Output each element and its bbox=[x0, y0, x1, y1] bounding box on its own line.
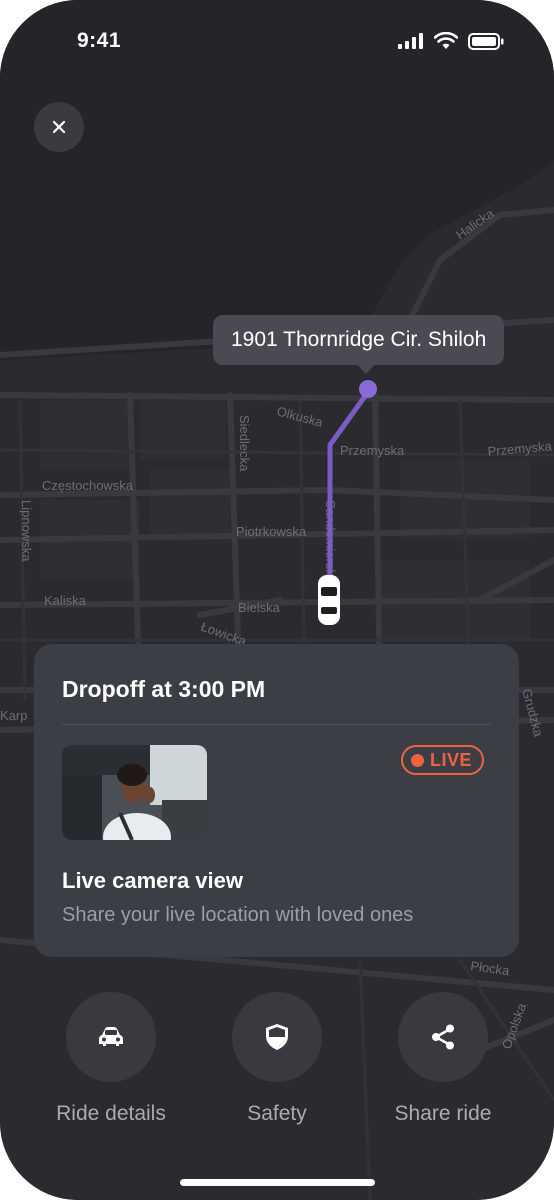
dropoff-time-title: Dropoff at 3:00 PM bbox=[62, 676, 266, 702]
street-label-czestochowska: Częstochowska bbox=[42, 478, 134, 493]
share-ride-action[interactable]: Share ride bbox=[378, 992, 508, 1126]
street-label-kaliska: Kaliska bbox=[44, 593, 87, 608]
status-bar: 9:41 bbox=[0, 0, 554, 86]
cellular-signal-icon bbox=[398, 33, 423, 49]
destination-address: 1901 Thornridge Cir. Shiloh bbox=[231, 328, 487, 351]
share-icon bbox=[432, 1024, 454, 1050]
street-label-lipnowska: Lipnowska bbox=[19, 500, 34, 562]
ride-details-button[interactable] bbox=[66, 992, 156, 1082]
live-badge-label: LIVE bbox=[430, 749, 473, 770]
home-indicator[interactable] bbox=[180, 1179, 375, 1186]
trip-card: Dropoff at 3:00 PM LIVE Live camera view… bbox=[34, 644, 519, 957]
phone-frame: Halicka Olkuska Siedlecka Przemyska Prze… bbox=[0, 0, 554, 1200]
safety-action[interactable]: Safety bbox=[212, 992, 342, 1126]
live-camera-subtitle: Share your live location with loved ones bbox=[62, 904, 414, 926]
live-camera-title: Live camera view bbox=[62, 868, 244, 893]
car-marker-icon bbox=[318, 575, 340, 625]
tooltip-arrow bbox=[357, 364, 375, 374]
camera-preview-image bbox=[62, 745, 207, 840]
ride-details-label: Ride details bbox=[56, 1102, 166, 1125]
street-label-przemyska: Przemyska bbox=[340, 443, 405, 458]
wifi-icon bbox=[434, 32, 458, 49]
live-dot-icon bbox=[411, 753, 424, 767]
car-icon bbox=[99, 1027, 123, 1046]
card-divider bbox=[62, 724, 491, 725]
live-camera-thumbnail[interactable] bbox=[62, 745, 207, 840]
live-badge: LIVE bbox=[401, 745, 485, 775]
status-icons bbox=[398, 32, 504, 50]
close-icon bbox=[52, 120, 66, 134]
street-label-siedlecka: Siedlecka bbox=[237, 415, 252, 472]
ride-details-action[interactable]: Ride details bbox=[46, 992, 176, 1126]
safety-label: Safety bbox=[247, 1102, 307, 1125]
battery-icon bbox=[468, 32, 504, 50]
close-button[interactable] bbox=[34, 102, 84, 152]
share-ride-button[interactable] bbox=[398, 992, 488, 1082]
shield-icon bbox=[266, 1024, 288, 1050]
safety-button[interactable] bbox=[232, 992, 322, 1082]
destination-pin bbox=[359, 380, 377, 398]
street-label-karp: Karp bbox=[0, 708, 27, 723]
status-time: 9:41 bbox=[77, 29, 122, 52]
street-label-bielska: Bielska bbox=[238, 600, 281, 615]
destination-tooltip: 1901 Thornridge Cir. Shiloh bbox=[213, 315, 505, 365]
share-ride-label: Share ride bbox=[394, 1102, 492, 1125]
street-label-piotrkowska: Piotrkowska bbox=[236, 524, 307, 539]
